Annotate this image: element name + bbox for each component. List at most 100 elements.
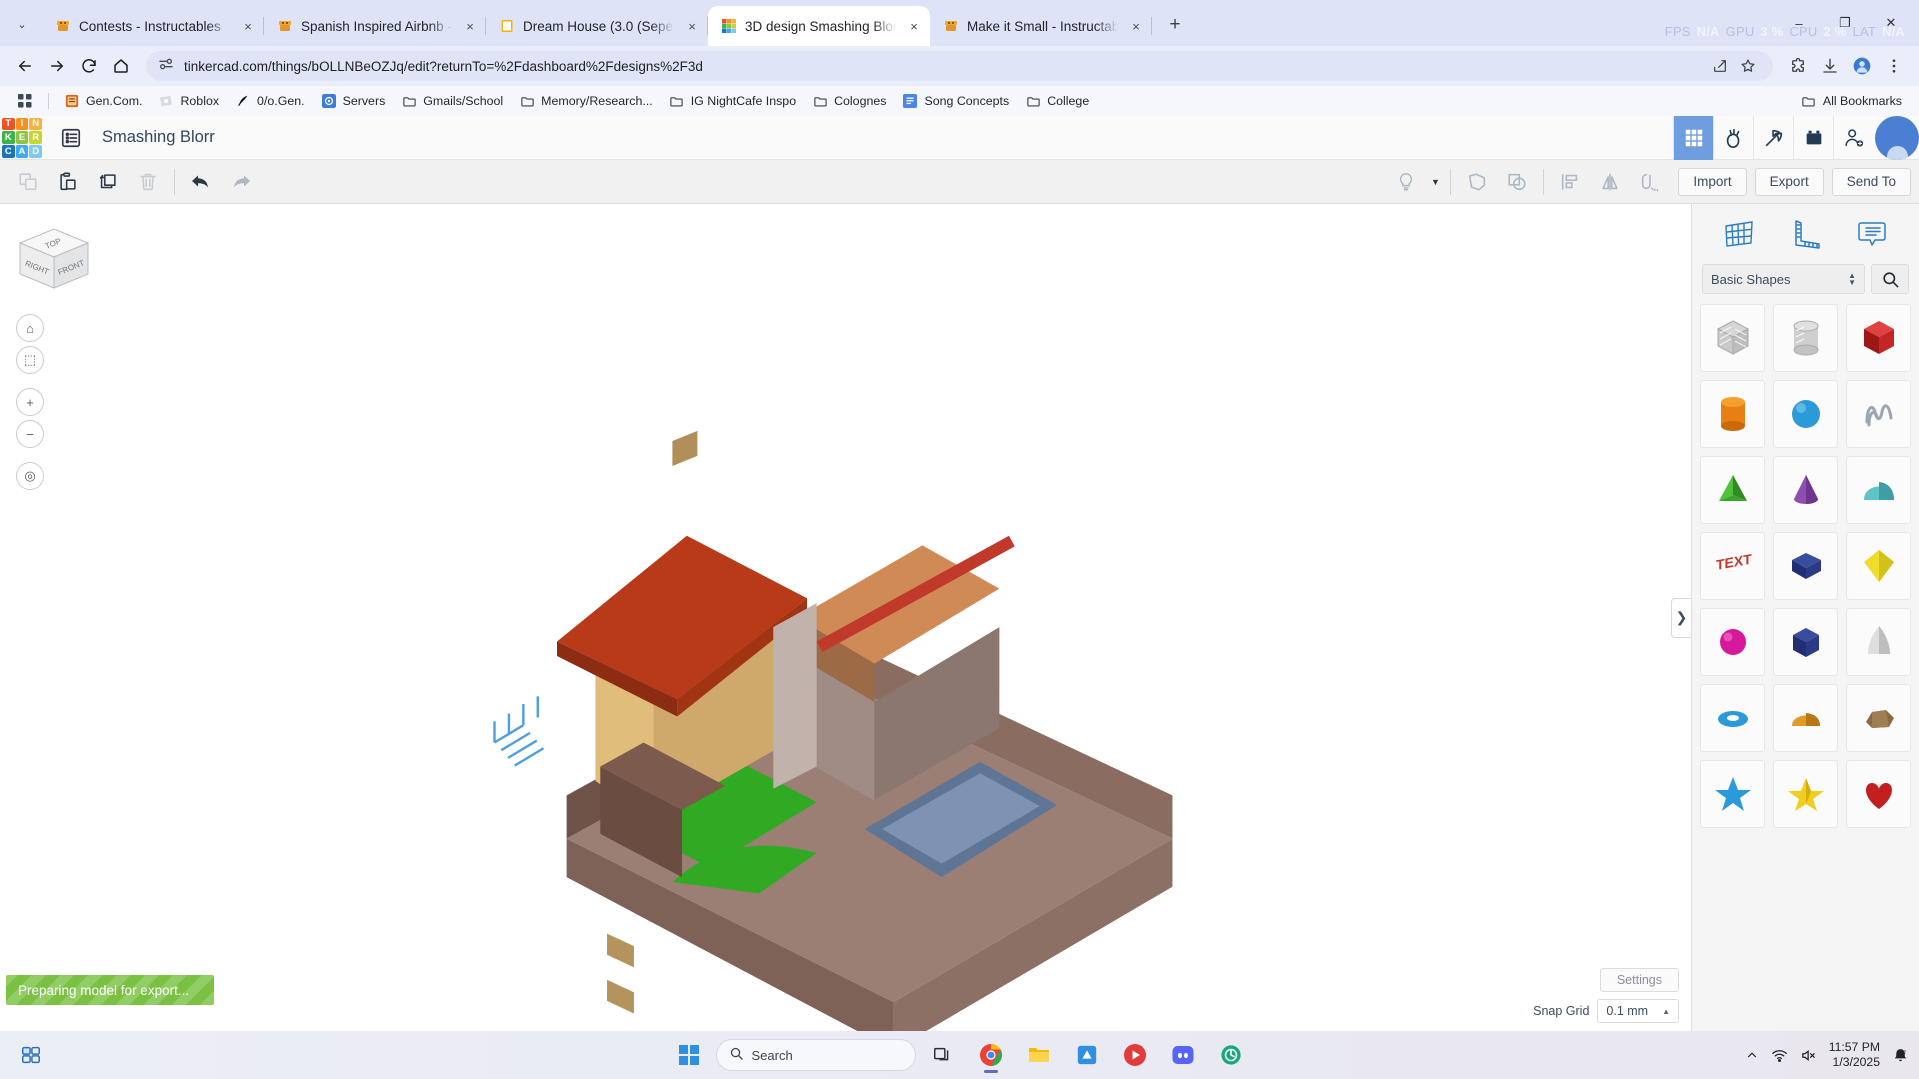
file-explorer-icon[interactable] — [1018, 1035, 1060, 1075]
undo-button[interactable] — [181, 162, 221, 202]
copy-button[interactable] — [8, 162, 48, 202]
invite-person-icon[interactable] — [1833, 115, 1873, 160]
gem-star-shape[interactable] — [1773, 760, 1838, 828]
chrome-menu-icon[interactable] — [1879, 51, 1909, 81]
delete-button[interactable] — [128, 162, 168, 202]
media-player-icon[interactable] — [1114, 1035, 1156, 1075]
bookmark-star-icon[interactable] — [1735, 53, 1761, 79]
codeblocks-icon[interactable] — [1713, 115, 1753, 160]
settings-button[interactable]: Settings — [1599, 968, 1679, 992]
browser-tab[interactable]: Make it Small - Instructables × — [930, 6, 1152, 46]
pickaxe-minecraft-icon[interactable] — [1753, 115, 1793, 160]
cylinder-shape[interactable] — [1700, 380, 1765, 448]
reload-button[interactable] — [74, 51, 104, 81]
bookmark-item[interactable]: IG NightCafe Inspo — [662, 90, 803, 112]
browser-tab-active[interactable]: 3D design Smashing Blorr - Tink × — [708, 6, 930, 46]
discord-icon[interactable] — [1162, 1035, 1204, 1075]
browser-tab[interactable]: Dream House (3.0 (Seperated in × — [486, 6, 708, 46]
snap-grid-select[interactable]: 0.1 mm ▲ — [1597, 999, 1679, 1023]
chrome-icon[interactable] — [970, 1035, 1012, 1075]
show-hidden-icons-chevron[interactable] — [1745, 1048, 1759, 1062]
bookmark-item[interactable]: Colognes — [805, 90, 893, 112]
star-shape[interactable] — [1700, 760, 1765, 828]
tab-close-button[interactable]: × — [238, 16, 258, 36]
group-button[interactable] — [1457, 162, 1497, 202]
cylinder-hole-shape[interactable] — [1773, 304, 1838, 372]
browser-tab[interactable]: Contests - Instructables × — [42, 6, 264, 46]
project-list-icon[interactable] — [54, 116, 88, 160]
ruler-icon[interactable] — [1786, 215, 1824, 253]
box-shape[interactable] — [1846, 304, 1911, 372]
align-button[interactable] — [1550, 162, 1590, 202]
bookmark-item[interactable]: Song Concepts — [895, 90, 1016, 112]
store-icon[interactable] — [1066, 1035, 1108, 1075]
tab-close-button[interactable]: × — [460, 16, 480, 36]
import-button[interactable]: Import — [1678, 167, 1747, 196]
workplane-icon[interactable] — [1720, 215, 1758, 253]
bookmark-item[interactable]: Gen.Com. — [57, 90, 149, 112]
rock-shape[interactable] — [1846, 684, 1911, 752]
extensions-icon[interactable] — [1783, 51, 1813, 81]
export-button[interactable]: Export — [1754, 167, 1824, 196]
app-green-icon[interactable] — [1210, 1035, 1252, 1075]
ungroup-button[interactable] — [1497, 162, 1537, 202]
taskbar-search[interactable]: Search — [715, 1039, 916, 1071]
notes-icon[interactable] — [1853, 215, 1891, 253]
wedge-shape[interactable] — [1773, 532, 1838, 600]
bookmark-item[interactable]: Memory/Research... — [512, 90, 660, 112]
widgets-icon[interactable] — [10, 1035, 52, 1075]
tinkercad-logo[interactable]: T I N K E R C A D — [0, 116, 44, 160]
blocks-grid-icon[interactable] — [1673, 115, 1713, 160]
cone-shape[interactable] — [1773, 456, 1838, 524]
design-canvas[interactable]: TOP RIGHT FRONT ⌂ ⬚ + − ◎ Preparing mode… — [0, 204, 1691, 1031]
round-roof-shape[interactable] — [1773, 684, 1838, 752]
bookmark-item[interactable]: 0/o.Gen. — [228, 90, 312, 112]
tab-search-chevron-icon[interactable]: ⌄ — [6, 8, 38, 40]
site-info-icon[interactable] — [158, 56, 174, 77]
taskbar-clock[interactable]: 11:57 PM 1/3/2025 — [1829, 1040, 1880, 1071]
sphere-shape[interactable] — [1773, 380, 1838, 448]
torus-shape[interactable] — [1700, 684, 1765, 752]
three-d-model-render[interactable] — [0, 204, 1691, 1031]
home-button[interactable] — [106, 51, 136, 81]
address-bar[interactable]: tinkercad.com/things/bOLLNBeOZJq/edit?re… — [146, 51, 1773, 81]
page-title[interactable]: Smashing Blorr — [102, 128, 215, 147]
bookmark-item[interactable]: Servers — [314, 90, 393, 112]
paraboloid-shape[interactable] — [1846, 608, 1911, 676]
minimize-button[interactable]: ‒ — [1777, 8, 1821, 38]
avatar[interactable] — [1875, 115, 1919, 160]
pyramid-shape[interactable] — [1700, 456, 1765, 524]
apps-shortcut[interactable] — [10, 90, 40, 112]
chevron-down-icon[interactable]: ▼ — [1426, 162, 1444, 202]
lego-brick-icon[interactable] — [1793, 115, 1833, 160]
bookmark-item[interactable]: Gmails/School — [394, 90, 510, 112]
close-window-button[interactable]: ✕ — [1869, 8, 1913, 38]
paste-button[interactable] — [48, 162, 88, 202]
scribble-shape[interactable] — [1846, 380, 1911, 448]
wifi-icon[interactable] — [1771, 1047, 1788, 1064]
bookmark-item[interactable]: College — [1018, 90, 1096, 112]
panel-collapse-toggle[interactable]: ❯ — [1671, 597, 1691, 638]
shape-search-button[interactable] — [1871, 264, 1909, 294]
browser-tab[interactable]: Spanish Inspired Airbnb - Instru × — [264, 6, 486, 46]
shape-category-select[interactable]: Basic Shapes ▲ ▼ — [1702, 264, 1865, 294]
bookmark-item[interactable]: Roblox — [151, 90, 226, 112]
send-to-button[interactable]: Send To — [1831, 167, 1911, 196]
downloads-icon[interactable] — [1815, 51, 1845, 81]
profile-avatar-icon[interactable] — [1847, 51, 1877, 81]
lightbulb-button[interactable] — [1386, 162, 1426, 202]
taskview-icon[interactable] — [922, 1035, 964, 1075]
tab-close-button[interactable]: × — [682, 16, 702, 36]
tab-close-button[interactable]: × — [904, 16, 924, 36]
redo-button[interactable] — [221, 162, 261, 202]
mirror-button[interactable] — [1590, 162, 1630, 202]
back-button[interactable] — [10, 51, 40, 81]
new-tab-button[interactable]: + — [1160, 10, 1190, 40]
volume-muted-icon[interactable] — [1800, 1047, 1817, 1064]
notifications-bell-icon[interactable]: z — [1892, 1047, 1909, 1064]
maximize-button[interactable]: ❐ — [1823, 8, 1867, 38]
forward-button[interactable] — [42, 51, 72, 81]
magnet-button[interactable] — [1630, 162, 1670, 202]
heart-shape[interactable] — [1846, 760, 1911, 828]
duplicate-button[interactable] — [88, 162, 128, 202]
